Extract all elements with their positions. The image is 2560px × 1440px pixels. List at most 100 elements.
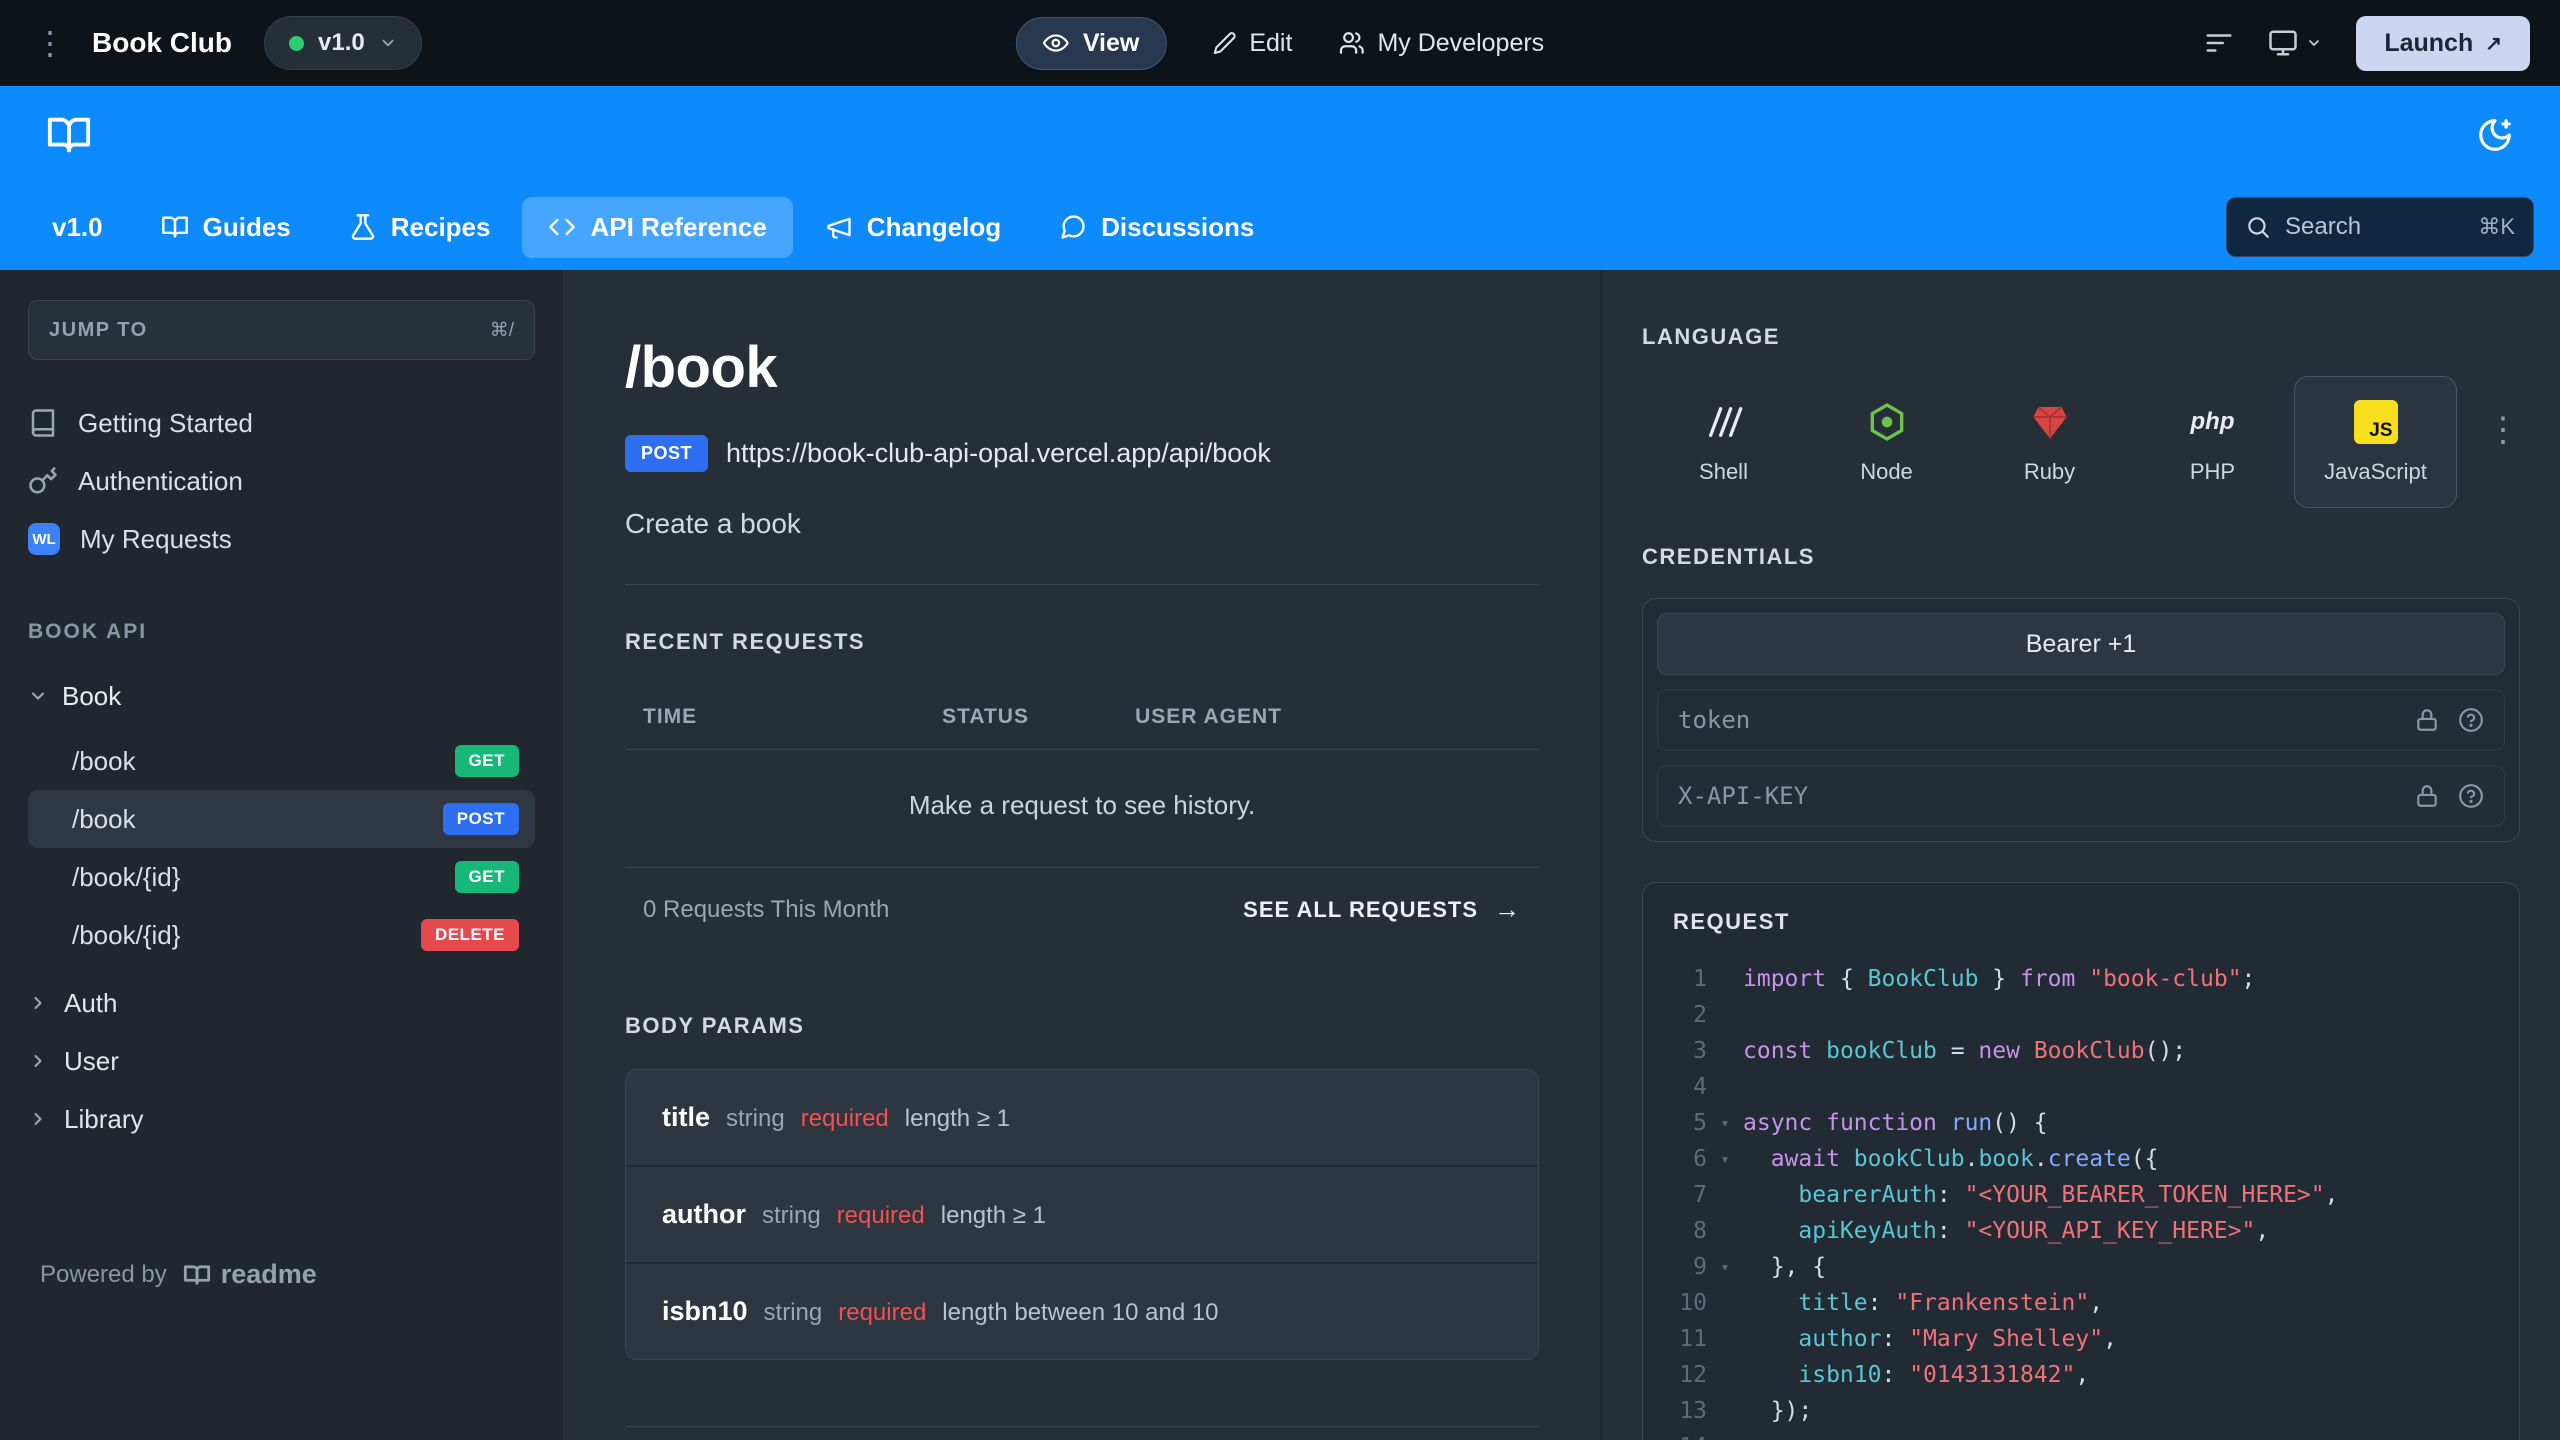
code-line: 1 import { BookClub } from "book-club"; [1643, 961, 2519, 997]
sidebar-collapsed-groups: Auth User Library [28, 974, 535, 1148]
search-box[interactable]: ⌘K [2226, 197, 2534, 257]
powered-by-label: Powered by [40, 1260, 167, 1288]
nav-recipes-label: Recipes [390, 211, 491, 242]
sidebar-item-authentication[interactable]: Authentication [28, 452, 535, 510]
fold-arrow-icon[interactable]: ▾ [1707, 1249, 1743, 1285]
flask-icon [349, 213, 377, 241]
display-menu-button[interactable] [2268, 28, 2322, 58]
dark-mode-moon-icon[interactable] [2476, 116, 2514, 154]
endpoint-url[interactable]: https://book-club-api-opal.vercel.app/ap… [726, 438, 1271, 469]
param-row-title[interactable]: title string required length ≥ 1 [626, 1070, 1538, 1165]
nav-guides[interactable]: Guides [135, 197, 317, 258]
method-badge-post: POST [442, 803, 519, 835]
arrow-right-icon: → [1494, 894, 1521, 924]
fold-arrow-icon[interactable]: ▾ [1707, 1141, 1743, 1177]
token-input[interactable] [1678, 706, 2396, 734]
jump-to-button[interactable]: JUMP TO ⌘/ [28, 300, 535, 360]
help-circle-icon[interactable] [2458, 783, 2484, 809]
page-title: /book [625, 335, 778, 400]
help-circle-icon[interactable] [2458, 707, 2484, 733]
code-line: 5 ▾ async function run() { [1643, 1105, 2519, 1141]
search-shortcut: ⌘K [2478, 214, 2515, 239]
param-row-isbn10[interactable]: isbn10 string required length between 10… [626, 1262, 1538, 1359]
sidebar-group-label: User [64, 1045, 119, 1076]
nav-changelog-label: Changelog [866, 211, 1002, 242]
sidebar-item-my-requests[interactable]: WL My Requests [28, 510, 535, 568]
sidebar-item-getting-started[interactable]: Getting Started [28, 394, 535, 452]
nav-api-reference[interactable]: API Reference [522, 196, 793, 258]
code-text: }, { [1743, 1254, 1827, 1280]
language-label: JavaScript [2324, 459, 2427, 484]
sidebar-endpoint-book-id-delete[interactable]: /book/{id} DELETE [28, 906, 535, 964]
readme-logo[interactable]: readme [183, 1259, 317, 1290]
nav-recipes[interactable]: Recipes [323, 197, 517, 258]
project-banner [0, 86, 2560, 184]
sidebar-endpoint-book-get[interactable]: /book GET [28, 732, 535, 790]
auth-scheme-toggle[interactable]: Bearer +1 [1657, 613, 2505, 675]
method-badge-delete: DELETE [420, 919, 519, 951]
language-javascript[interactable]: JS JavaScript [2294, 376, 2457, 508]
code-text: title: "Frankenstein", [1798, 1290, 2104, 1316]
edit-mode-button[interactable]: Edit [1212, 29, 1292, 58]
more-languages-button[interactable]: ⋮ [2486, 376, 2520, 450]
param-required-flag: required [836, 1202, 925, 1229]
credentials-heading: CREDENTIALS [1642, 544, 1815, 569]
sidebar-group-user[interactable]: User [28, 1032, 535, 1090]
version-selector[interactable]: v1.0 [264, 16, 422, 70]
see-all-requests-link[interactable]: SEE ALL REQUESTS → [1243, 894, 1521, 925]
topbar-mode-switch: View Edit My Developers [1015, 16, 1544, 70]
code-line: 7 bearerAuth: "<YOUR_BEARER_TOKEN_HERE>"… [1643, 1177, 2519, 1213]
sidebar-endpoint-book-id-get[interactable]: /book/{id} GET [28, 848, 535, 906]
sidebar-group-book[interactable]: Book [28, 668, 535, 724]
project-menu-icon[interactable]: ⋮ [30, 27, 70, 59]
launch-button[interactable]: Launch ↗ [2356, 15, 2530, 71]
fold-arrow-icon[interactable]: ▾ [1707, 1105, 1743, 1141]
sidebar-group-library[interactable]: Library [28, 1090, 535, 1148]
code-line: 11 author: "Mary Shelley", [1643, 1321, 2519, 1357]
code-line: 6 ▾ await bookClub.book.create({ [1643, 1141, 2519, 1177]
recent-requests-table: TIME STATUS USER AGENT Make a request to… [625, 685, 1539, 949]
apikey-field-row [1657, 765, 2505, 827]
code-editor[interactable]: 1 import { BookClub } from "book-club"; 2 3… [1643, 953, 2519, 1440]
code-line: 12 isbn10: "0143131842", [1643, 1357, 2519, 1393]
search-input[interactable] [2285, 213, 2465, 241]
topbar-right: Launch ↗ [2204, 15, 2530, 71]
table-footer: 0 Requests This Month SEE ALL REQUESTS → [625, 867, 1539, 949]
language-shell[interactable]: Shell [1642, 376, 1805, 508]
line-number: 6 [1693, 1146, 1707, 1172]
endpoint-path: /book [72, 745, 136, 776]
sidebar-group-auth[interactable]: Auth [28, 974, 535, 1032]
view-mode-button[interactable]: View [1015, 16, 1167, 70]
apikey-input[interactable] [1678, 782, 2396, 810]
param-required-flag: required [838, 1299, 927, 1326]
my-developers-button[interactable]: My Developers [1338, 29, 1544, 58]
param-row-author[interactable]: author string required length ≥ 1 [626, 1165, 1538, 1262]
sidebar-links: Getting Started Authentication WL My Req… [28, 394, 535, 568]
code-text: }); [1743, 1398, 1813, 1424]
nav-changelog[interactable]: Changelog [799, 197, 1027, 258]
endpoint-path: /book/{id} [72, 919, 181, 950]
topbar: ⋮ Book Club v1.0 View Edit My Developers [0, 0, 2560, 86]
megaphone-icon [825, 213, 853, 241]
line-number: 13 [1679, 1398, 1707, 1424]
fold-gutter [1707, 1285, 1743, 1321]
code-line: 2 [1643, 997, 2519, 1033]
search-icon [2245, 214, 2271, 240]
body-params-card: title string required length ≥ 1 author … [625, 1069, 1539, 1360]
main-content: /book POST https://book-club-api-opal.ve… [563, 270, 1601, 1440]
see-all-requests-label: SEE ALL REQUESTS [1243, 896, 1478, 922]
align-list-icon[interactable] [2204, 28, 2234, 58]
sidebar-item-label: My Requests [80, 523, 232, 554]
language-node[interactable]: Node [1805, 376, 1968, 508]
open-book-logo-icon[interactable] [46, 112, 92, 158]
language-php[interactable]: php PHP [2131, 376, 2294, 508]
sidebar-group-label: Book [62, 680, 122, 711]
nav-discussions[interactable]: Discussions [1033, 197, 1280, 258]
line-number: 7 [1693, 1182, 1707, 1208]
sidebar-section-label: BOOK API [28, 620, 148, 643]
nav-version[interactable]: v1.0 [26, 197, 129, 258]
sidebar-endpoint-book-post[interactable]: /book POST [28, 790, 535, 848]
code-text: await bookClub.book.create({ [1770, 1146, 2159, 1172]
column-header-status: STATUS [942, 705, 1029, 728]
language-ruby[interactable]: Ruby [1968, 376, 2131, 508]
